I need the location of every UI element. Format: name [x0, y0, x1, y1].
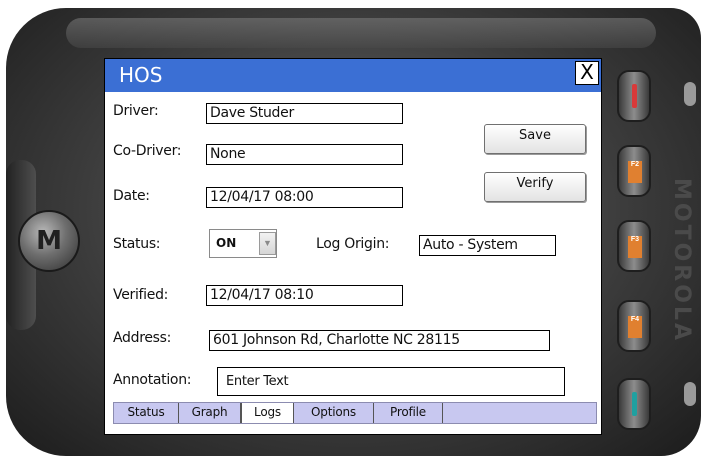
device-logo-knob: M [18, 210, 80, 272]
hos-window: HOS X Driver: Dave Studer Co-Driver: Non… [104, 58, 602, 435]
softkey-2-icon: F3 [628, 236, 642, 258]
right-knob-top [684, 82, 696, 106]
status-value: ON [216, 236, 237, 250]
annotation-input[interactable]: Enter Text [217, 367, 565, 396]
chevron-down-icon[interactable]: ▼ [259, 232, 276, 255]
right-knob-bottom [684, 382, 696, 406]
verified-label: Verified: [113, 287, 169, 303]
brand-wordmark-icon: MOTOROLA [669, 177, 694, 343]
log-origin-field[interactable]: Auto - System [419, 235, 556, 256]
side-button-f2[interactable]: F2 [617, 145, 651, 197]
date-label: Date: [113, 188, 150, 204]
driver-field[interactable]: Dave Studer [206, 103, 403, 124]
softkey-3-icon: F4 [628, 316, 642, 338]
side-button-green[interactable] [617, 378, 651, 430]
red-key-icon [632, 84, 637, 108]
codriver-field[interactable]: None [206, 144, 403, 165]
codriver-label: Co-Driver: [113, 143, 182, 159]
save-button[interactable]: Save [484, 124, 586, 154]
side-button-red[interactable] [617, 70, 651, 122]
title-bar: HOS X [105, 59, 601, 92]
tab-profile[interactable]: Profile [374, 403, 443, 423]
softkey-1-icon: F2 [628, 161, 642, 183]
side-button-f4[interactable]: F4 [617, 300, 651, 352]
tab-bar: Status Graph Logs Options Profile [113, 402, 597, 424]
date-field[interactable]: 12/04/17 08:00 [206, 187, 403, 208]
address-label: Address: [113, 330, 172, 346]
driver-label: Driver: [113, 103, 159, 119]
green-key-icon [632, 392, 637, 416]
bezel-highlight [66, 18, 656, 48]
tab-graph[interactable]: Graph [179, 403, 241, 423]
log-origin-label: Log Origin: [316, 236, 390, 252]
tab-logs[interactable]: Logs [241, 403, 294, 423]
verified-field[interactable]: 12/04/17 08:10 [206, 285, 403, 306]
verify-button[interactable]: Verify [484, 172, 586, 202]
window-title: HOS [119, 63, 163, 87]
side-button-f3[interactable]: F3 [617, 220, 651, 272]
close-button[interactable]: X [575, 61, 599, 85]
tab-status[interactable]: Status [114, 403, 179, 423]
status-label: Status: [113, 236, 161, 252]
tab-options[interactable]: Options [294, 403, 374, 423]
annotation-label: Annotation: [113, 372, 192, 388]
motorola-logo-icon: M [36, 226, 62, 256]
status-dropdown[interactable]: ON ▼ [209, 229, 277, 258]
address-field[interactable]: 601 Johnson Rd, Charlotte NC 28115 [209, 330, 550, 351]
